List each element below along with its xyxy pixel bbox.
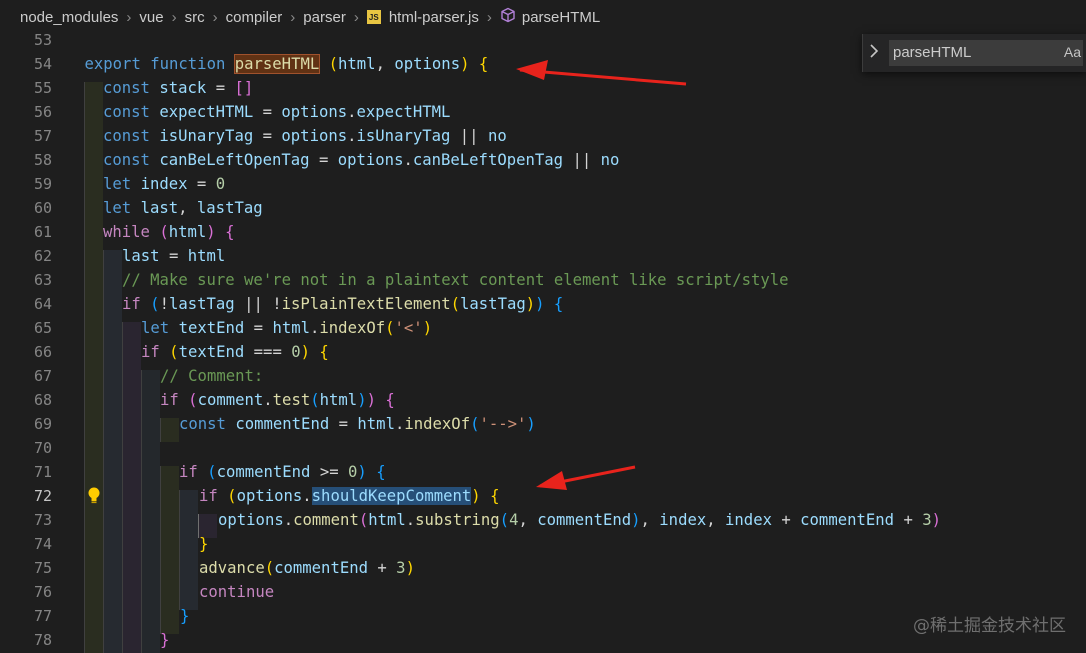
- chevron-right-icon: ›: [486, 8, 492, 26]
- code-line-60[interactable]: let last, lastTag: [103, 196, 263, 220]
- code-line-55[interactable]: const stack = []: [103, 76, 253, 100]
- breadcrumb-item-parser[interactable]: parser: [303, 9, 346, 26]
- breadcrumb-item-src[interactable]: src: [185, 9, 205, 26]
- line-number: 60: [33, 199, 52, 217]
- code-editor[interactable]: 53 54 55 56 57 58 59 60 61 62 63 64 65 6…: [0, 34, 1086, 653]
- lightbulb-icon[interactable]: [86, 486, 102, 510]
- code-line-66[interactable]: if (textEnd === 0) {: [141, 340, 329, 364]
- code-line-57[interactable]: const isUnaryTag = options.isUnaryTag ||…: [103, 124, 507, 148]
- line-number-active: 72: [33, 487, 52, 505]
- chevron-right-icon: ›: [212, 8, 218, 26]
- breadcrumb-item-compiler[interactable]: compiler: [226, 9, 283, 26]
- line-number: 55: [33, 79, 52, 97]
- code-line-59[interactable]: let index = 0: [103, 172, 225, 196]
- code-line-78[interactable]: }: [160, 628, 169, 652]
- chevron-right-icon: ›: [290, 8, 296, 26]
- code-line-56[interactable]: const expectHTML = options.expectHTML: [103, 100, 450, 124]
- line-number: 71: [33, 463, 52, 481]
- line-number: 61: [33, 223, 52, 241]
- chevron-right-icon: ›: [126, 8, 132, 26]
- line-number: 70: [33, 439, 52, 457]
- code-line-67[interactable]: // Comment:: [160, 364, 263, 388]
- line-number: 53: [33, 34, 52, 49]
- line-number: 59: [33, 175, 52, 193]
- code-line-64[interactable]: if (!lastTag || !isPlainTextElement(last…: [122, 292, 563, 316]
- line-number: 75: [33, 559, 52, 577]
- code-line-62[interactable]: last = html: [122, 244, 225, 268]
- code-line-58[interactable]: const canBeLeftOpenTag = options.canBeLe…: [103, 148, 619, 172]
- breadcrumb: node_modules › vue › src › compiler › pa…: [0, 0, 1086, 34]
- code-line-74[interactable]: }: [199, 532, 208, 556]
- code-line-73[interactable]: options.comment(html.substring(4, commen…: [218, 508, 941, 532]
- js-file-icon: JS: [366, 10, 381, 24]
- line-number: 68: [33, 391, 52, 409]
- method-cube-icon: [500, 7, 516, 27]
- code-line-75[interactable]: advance(commentEnd + 3): [199, 556, 415, 580]
- line-number: 74: [33, 535, 52, 553]
- chevron-right-icon[interactable]: [869, 44, 885, 62]
- line-number: 64: [33, 295, 52, 313]
- breadcrumb-item-node-modules[interactable]: node_modules: [20, 9, 118, 26]
- line-number: 78: [33, 631, 52, 649]
- breadcrumb-item-vue[interactable]: vue: [139, 9, 163, 26]
- line-number: 63: [33, 271, 52, 289]
- breadcrumb-item-file[interactable]: html-parser.js: [389, 9, 479, 26]
- selected-text: shouldKeepComment: [311, 487, 472, 505]
- breadcrumb-item-symbol[interactable]: parseHTML: [522, 9, 600, 26]
- code-line-76[interactable]: continue: [199, 580, 274, 604]
- line-number: 67: [33, 367, 52, 385]
- line-number: 54: [33, 55, 52, 73]
- code-line-61[interactable]: while (html) {: [103, 220, 234, 244]
- code-line-54[interactable]: export function parseHTML (html, options…: [85, 52, 488, 76]
- match-case-toggle[interactable]: Aa: [1064, 44, 1081, 60]
- line-number: 69: [33, 415, 52, 433]
- watermark: @稀土掘金技术社区: [913, 616, 1066, 636]
- find-widget: parseHTML Aa: [862, 34, 1086, 72]
- code-line-77[interactable]: }: [180, 604, 189, 628]
- line-number: 57: [33, 127, 52, 145]
- line-number: 66: [33, 343, 52, 361]
- line-number: 56: [33, 103, 52, 121]
- line-number: 77: [33, 607, 52, 625]
- line-number: 65: [33, 319, 52, 337]
- code-line-72[interactable]: if (options.shouldKeepComment) {: [199, 484, 499, 508]
- code-line-69[interactable]: const commentEnd = html.indexOf('-->'): [179, 412, 536, 436]
- find-input[interactable]: parseHTML: [889, 40, 1083, 66]
- code-line-68[interactable]: if (comment.test(html)) {: [160, 388, 395, 412]
- search-match-highlight: parseHTML: [233, 54, 321, 74]
- line-number: 73: [33, 511, 52, 529]
- line-number: 58: [33, 151, 52, 169]
- code-line-65[interactable]: let textEnd = html.indexOf('<'): [141, 316, 432, 340]
- code-line-71[interactable]: if (commentEnd >= 0) {: [179, 460, 386, 484]
- chevron-right-icon: ›: [171, 8, 177, 26]
- line-number: 62: [33, 247, 52, 265]
- code-line-63[interactable]: // Make sure we're not in a plaintext co…: [122, 268, 789, 292]
- line-number: 76: [33, 583, 52, 601]
- chevron-right-icon: ›: [353, 8, 359, 26]
